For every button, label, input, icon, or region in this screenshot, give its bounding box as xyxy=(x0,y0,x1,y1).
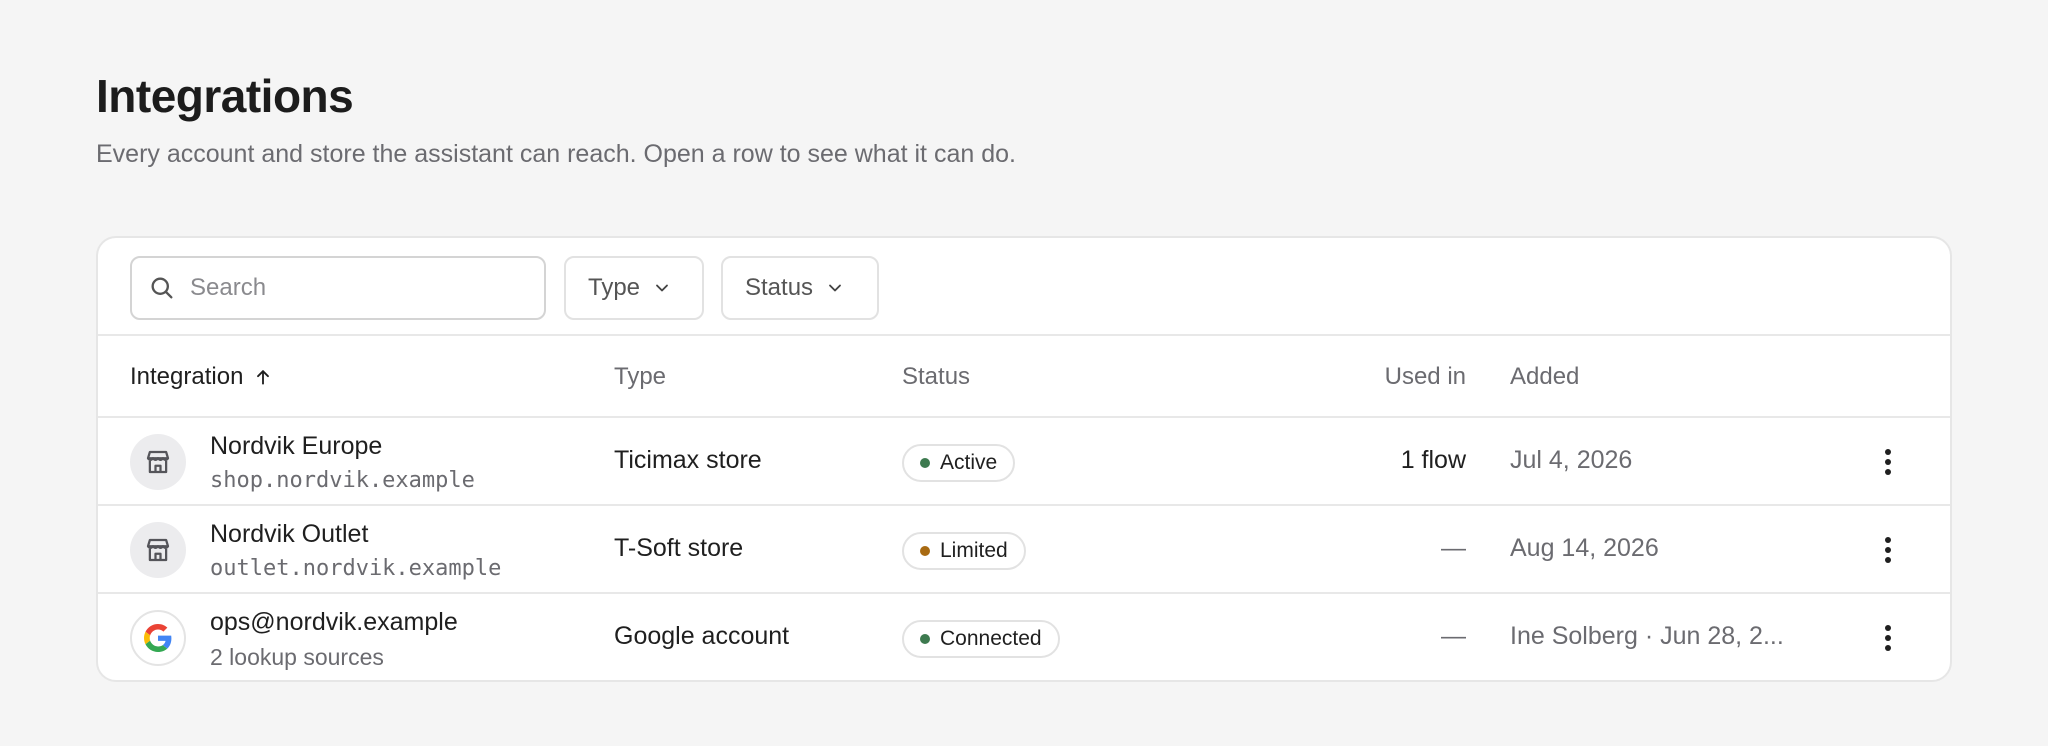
status-filter-label: Status xyxy=(745,274,814,301)
added-value: Aug 14, 2026 xyxy=(1510,534,1659,562)
integration-name: Nordvik Outlet xyxy=(210,520,369,548)
added-value: Jul 4, 2026 xyxy=(1510,446,1633,474)
integration-name: Nordvik Europe xyxy=(210,432,383,460)
status-badge: Connected xyxy=(902,620,1060,658)
status-dot xyxy=(920,458,930,468)
integration-domain: shop.nordvik.example xyxy=(210,468,475,493)
google-icon xyxy=(130,610,186,666)
column-header-type[interactable]: Type xyxy=(614,363,666,391)
chevron-down-icon xyxy=(652,278,672,298)
page-subtitle: Every account and store the assistant ca… xyxy=(96,140,1016,168)
search-input[interactable] xyxy=(190,274,520,302)
used-in-value: 1 flow xyxy=(1400,446,1466,474)
used-in-value: — xyxy=(1441,534,1466,562)
status-label: Limited xyxy=(940,539,1008,562)
store-icon xyxy=(130,522,186,578)
status-dot xyxy=(920,634,930,644)
status-label: Connected xyxy=(940,627,1042,650)
table-row[interactable]: Nordvik Europe shop.nordvik.example Tici… xyxy=(98,418,1950,506)
status-dot xyxy=(920,546,930,556)
table-header: Integration Type Status Used in Added xyxy=(98,336,1950,418)
search-icon xyxy=(148,274,176,302)
search-box[interactable] xyxy=(130,256,546,320)
status-badge: Limited xyxy=(902,532,1026,570)
column-header-added[interactable]: Added xyxy=(1510,363,1579,391)
more-vertical-icon xyxy=(1885,449,1891,475)
row-actions-button[interactable] xyxy=(1870,444,1906,480)
row-actions-button[interactable] xyxy=(1870,532,1906,568)
added-value: Ine Solberg · Jun 28, 2... xyxy=(1510,622,1784,650)
type-filter-dropdown[interactable]: Type xyxy=(564,256,704,320)
type-filter-label: Type xyxy=(588,274,641,301)
toolbar: Type Status xyxy=(98,238,1950,336)
column-header-integration[interactable]: Integration xyxy=(130,363,273,391)
status-filter-dropdown[interactable]: Status xyxy=(721,256,879,320)
chevron-down-icon xyxy=(825,278,845,298)
status-label: Active xyxy=(940,451,998,474)
more-vertical-icon xyxy=(1885,625,1891,651)
integration-sources: 2 lookup sources xyxy=(210,644,384,670)
sort-ascending-icon xyxy=(253,367,273,387)
integration-domain: outlet.nordvik.example xyxy=(210,556,502,581)
more-vertical-icon xyxy=(1885,537,1891,563)
column-header-used-in[interactable]: Used in xyxy=(1385,363,1466,391)
integrations-page: Integrations Every account and store the… xyxy=(96,0,1952,682)
row-actions-button[interactable] xyxy=(1870,620,1906,656)
table-row[interactable]: ops@nordvik.example 2 lookup sources Goo… xyxy=(98,594,1950,680)
integration-type: Ticimax store xyxy=(614,446,762,474)
integration-name: ops@nordvik.example xyxy=(210,608,458,636)
column-header-status[interactable]: Status xyxy=(902,363,970,391)
integration-type: T-Soft store xyxy=(614,534,744,562)
store-icon xyxy=(130,434,186,490)
column-header-integration-label: Integration xyxy=(130,363,244,390)
used-in-value: — xyxy=(1441,622,1466,650)
page-title: Integrations xyxy=(96,70,354,122)
table-row[interactable]: Nordvik Outlet outlet.nordvik.example T-… xyxy=(98,506,1950,594)
integration-type: Google account xyxy=(614,622,790,650)
status-badge: Active xyxy=(902,444,1016,482)
integrations-card: Type Status Integration Type Status xyxy=(96,236,1952,682)
